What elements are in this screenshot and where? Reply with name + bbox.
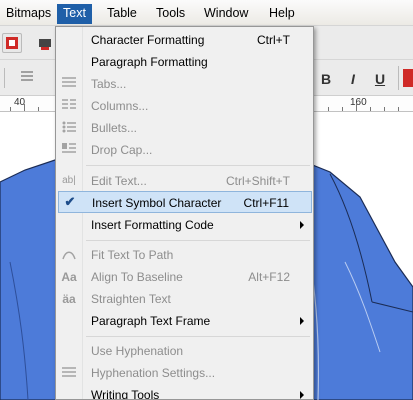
export-icon[interactable] bbox=[34, 33, 54, 53]
drop-cap-icon bbox=[60, 142, 78, 158]
ruler-tick bbox=[10, 107, 11, 111]
straighten-text-icon: äa bbox=[62, 292, 76, 306]
hyphenation-settings-icon bbox=[60, 365, 78, 381]
menu-separator bbox=[86, 165, 310, 166]
menu-item-hyphenation-settings[interactable]: Hyphenation Settings... bbox=[58, 362, 312, 384]
bold-button[interactable]: B bbox=[316, 69, 336, 89]
bullets-icon bbox=[60, 120, 78, 136]
toolbar-divider bbox=[398, 66, 399, 90]
menu-item-label: Writing Tools bbox=[91, 388, 160, 400]
menu-item-label: Tabs... bbox=[91, 77, 127, 91]
text-color-icon[interactable] bbox=[403, 69, 413, 87]
menu-item-label: Edit Text... bbox=[91, 174, 147, 188]
menu-item-label: Bullets... bbox=[91, 121, 138, 135]
submenu-arrow-icon bbox=[300, 317, 304, 325]
menu-window[interactable]: Window bbox=[198, 4, 254, 24]
ruler-label: 160 bbox=[350, 97, 367, 108]
menu-separator bbox=[86, 336, 310, 337]
ruler-tick bbox=[342, 107, 343, 111]
menu-item-label: Insert Formatting Code bbox=[91, 218, 214, 232]
ruler-tick bbox=[384, 107, 385, 111]
menu-item-shortcut: Ctrl+F11 bbox=[243, 196, 289, 210]
menu-item-character-formatting[interactable]: Character Formatting Ctrl+T bbox=[58, 29, 312, 51]
underline-button[interactable]: U bbox=[370, 69, 390, 89]
menu-item-writing-tools[interactable]: Writing Tools bbox=[58, 384, 312, 400]
align-baseline-icon: Aa bbox=[61, 270, 77, 284]
menu-item-columns[interactable]: Columns... bbox=[58, 95, 312, 117]
menu-item-label: Straighten Text bbox=[91, 292, 171, 306]
ruler-tick bbox=[328, 107, 329, 111]
text-menu-dropdown: Character Formatting Ctrl+T Paragraph Fo… bbox=[55, 26, 314, 400]
menu-item-label: Align To Baseline bbox=[91, 270, 183, 284]
ruler-tick bbox=[38, 107, 39, 111]
menu-bar: Bitmaps Text Table Tools Window Help bbox=[0, 0, 413, 26]
menu-item-bullets[interactable]: Bullets... bbox=[58, 117, 312, 139]
submenu-arrow-icon bbox=[300, 221, 304, 229]
menu-item-align-to-baseline[interactable]: Aa Align To Baseline Alt+F12 bbox=[58, 266, 312, 288]
menu-item-paragraph-text-frame[interactable]: Paragraph Text Frame bbox=[58, 310, 312, 332]
menu-item-label: Hyphenation Settings... bbox=[91, 366, 216, 380]
checkmark-icon: ✔ bbox=[64, 194, 76, 209]
menu-tools[interactable]: Tools bbox=[150, 4, 191, 24]
toolbar-divider bbox=[4, 68, 5, 88]
menu-item-label: Use Hyphenation bbox=[91, 344, 184, 358]
text-align-icon[interactable] bbox=[20, 68, 34, 86]
ruler-tick bbox=[356, 104, 357, 111]
menu-bitmaps[interactable]: Bitmaps bbox=[0, 4, 57, 24]
menu-item-shortcut: Alt+F12 bbox=[248, 270, 290, 284]
menu-item-label: Paragraph Formatting bbox=[91, 55, 208, 69]
tabs-icon bbox=[60, 76, 78, 92]
ruler-tick bbox=[370, 107, 371, 111]
menu-help[interactable]: Help bbox=[263, 4, 301, 24]
menu-item-use-hyphenation[interactable]: Use Hyphenation bbox=[58, 340, 312, 362]
italic-button[interactable]: I bbox=[343, 69, 363, 89]
menu-item-shortcut: Ctrl+T bbox=[257, 33, 290, 47]
menu-item-tabs[interactable]: Tabs... bbox=[58, 73, 312, 95]
menu-item-shortcut: Ctrl+Shift+T bbox=[225, 174, 290, 188]
menu-item-insert-formatting-code[interactable]: Insert Formatting Code bbox=[58, 214, 312, 236]
menu-item-label: Character Formatting bbox=[91, 33, 205, 47]
menu-item-paragraph-formatting[interactable]: Paragraph Formatting bbox=[58, 51, 312, 73]
menu-item-label: Columns... bbox=[91, 99, 149, 113]
menu-text[interactable]: Text bbox=[57, 4, 92, 24]
menu-item-drop-cap[interactable]: Drop Cap... bbox=[58, 139, 312, 161]
menu-item-label: Drop Cap... bbox=[91, 143, 153, 157]
import-icon[interactable] bbox=[2, 33, 22, 53]
menu-item-label: Fit Text To Path bbox=[91, 248, 174, 262]
edit-text-icon: ab| bbox=[62, 175, 76, 186]
menu-item-label: Insert Symbol Character bbox=[92, 196, 222, 210]
ruler-tick bbox=[24, 104, 25, 111]
menu-item-label: Paragraph Text Frame bbox=[91, 314, 211, 328]
menu-table[interactable]: Table bbox=[101, 4, 143, 24]
ruler-tick bbox=[398, 107, 399, 111]
submenu-arrow-icon bbox=[300, 391, 304, 399]
menu-item-insert-symbol-character[interactable]: ✔ Insert Symbol Character Ctrl+F11 bbox=[58, 191, 312, 213]
columns-icon bbox=[60, 98, 78, 114]
menu-item-edit-text[interactable]: ab| Edit Text... Ctrl+Shift+T bbox=[58, 170, 312, 192]
menu-separator bbox=[86, 240, 310, 241]
menu-item-straighten-text[interactable]: äa Straighten Text bbox=[58, 288, 312, 310]
menu-item-fit-text-to-path[interactable]: Fit Text To Path bbox=[58, 244, 312, 266]
fit-text-to-path-icon bbox=[60, 247, 78, 263]
